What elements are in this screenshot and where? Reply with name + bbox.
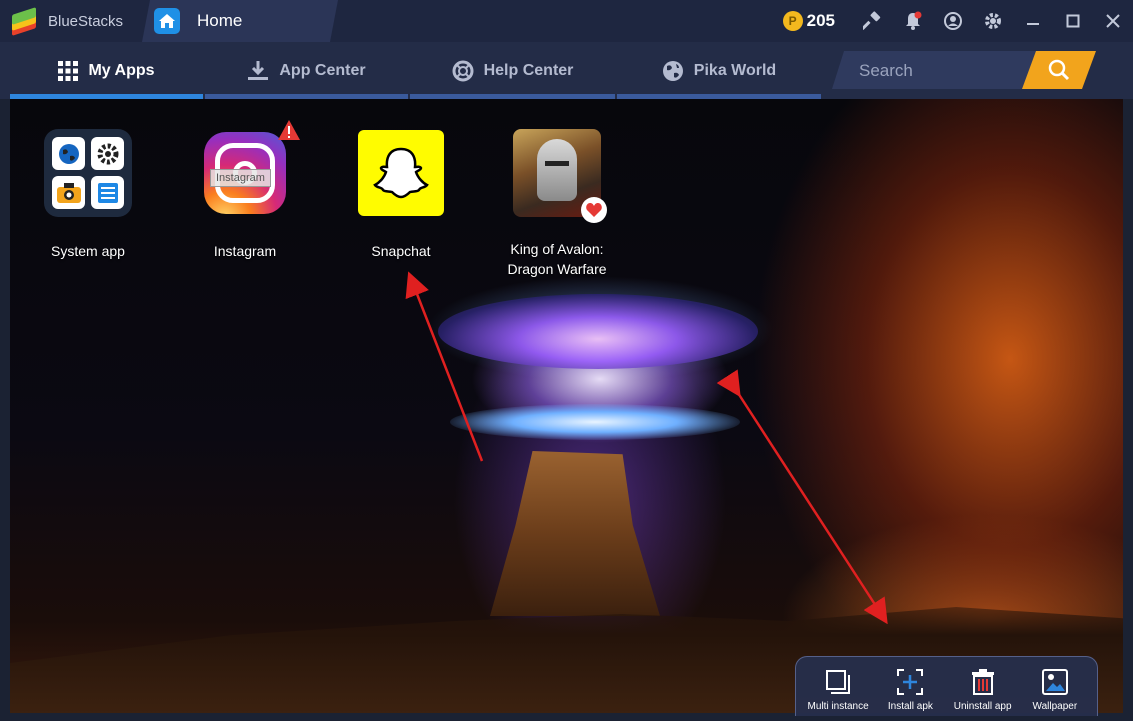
app-tooltip: Instagram	[210, 169, 271, 187]
multi-instance-button[interactable]: Multi instance	[803, 667, 873, 712]
install-apk-icon	[897, 667, 924, 697]
tab-help-center[interactable]: Help Center	[410, 42, 615, 99]
app-instagram[interactable]: Instagram Instagram	[180, 120, 310, 261]
heart-icon	[581, 197, 607, 223]
app-system-app[interactable]: System app	[23, 129, 153, 261]
coin-count[interactable]: 205	[807, 11, 835, 31]
tool-label: Uninstall app	[953, 701, 1012, 712]
tab-app-center[interactable]: App Center	[205, 42, 408, 99]
search-icon	[1047, 58, 1071, 82]
king-of-avalon-icon	[513, 129, 607, 223]
bluestacks-brand: BlueStacks	[0, 0, 140, 42]
bluestacks-logo-icon	[10, 7, 40, 36]
tab-home-label: Home	[197, 11, 243, 30]
camera-icon	[52, 176, 85, 209]
nav-bar: My Apps App Center Help Center Pika Worl…	[0, 42, 1133, 99]
home-icon	[154, 8, 180, 34]
home-screen: System app Instagram Instagram Snapchat	[10, 99, 1123, 713]
multi-instance-icon	[826, 667, 851, 697]
app-label: Snapchat	[371, 243, 431, 259]
close-icon[interactable]	[1093, 0, 1133, 42]
tab-help-center-label: Help Center	[483, 61, 574, 79]
tab-home[interactable]: Home	[142, 0, 338, 42]
hammer-icon[interactable]	[853, 0, 893, 42]
uninstall-app-button[interactable]: Uninstall app	[948, 667, 1018, 712]
lifebuoy-icon	[452, 60, 474, 82]
app-name: BlueStacks	[48, 12, 124, 30]
app-king-of-avalon[interactable]: King of Avalon: Dragon Warfare	[492, 129, 622, 279]
wallpaper-button[interactable]: Wallpaper	[1020, 667, 1090, 712]
bottom-toolbar: Multi instance Install apk Uninstall app…	[795, 656, 1098, 716]
tab-pika-world[interactable]: Pika World	[617, 42, 821, 99]
tool-label: Install apk	[887, 701, 933, 712]
title-bar: BlueStacks Home P 205	[0, 0, 1133, 42]
maximize-icon[interactable]	[1053, 0, 1093, 42]
frame-left	[0, 99, 10, 721]
arrow-to-toolbar	[716, 369, 888, 625]
app-label: King of Avalon: Dragon Warfare	[507, 241, 607, 277]
system-app-icon	[44, 129, 132, 217]
gear-icon[interactable]	[973, 0, 1013, 42]
minimize-icon[interactable]	[1013, 0, 1053, 42]
download-icon	[247, 60, 269, 81]
media-manager-icon	[91, 176, 124, 209]
grid-icon	[58, 60, 79, 81]
snapchat-icon	[358, 130, 444, 216]
app-snapchat[interactable]: Snapchat	[336, 129, 466, 261]
warning-icon	[278, 120, 300, 145]
trash-icon	[971, 667, 995, 697]
coin-icon: P	[782, 11, 803, 31]
tool-label: Wallpaper	[1032, 701, 1078, 712]
tab-my-apps-label: My Apps	[88, 61, 155, 79]
search-placeholder: Search	[859, 61, 913, 80]
install-apk-button[interactable]: Install apk	[875, 667, 945, 712]
tab-my-apps[interactable]: My Apps	[10, 42, 203, 99]
app-label: System app	[51, 243, 125, 259]
app-label: Instagram	[213, 243, 277, 259]
browser-icon	[52, 137, 85, 170]
arrow-to-snapchat	[405, 271, 484, 462]
tab-app-center-label: App Center	[279, 61, 366, 79]
wallpaper-icon	[1041, 667, 1068, 697]
account-icon[interactable]	[933, 0, 973, 42]
settings-icon	[91, 137, 124, 170]
instagram-icon: Instagram	[204, 120, 300, 214]
tool-label: Multi instance	[807, 701, 869, 712]
tab-pika-world-label: Pika World	[693, 61, 777, 79]
globe-icon	[662, 60, 684, 82]
frame-right	[1123, 99, 1133, 721]
notification-bell-icon[interactable]	[893, 0, 933, 42]
